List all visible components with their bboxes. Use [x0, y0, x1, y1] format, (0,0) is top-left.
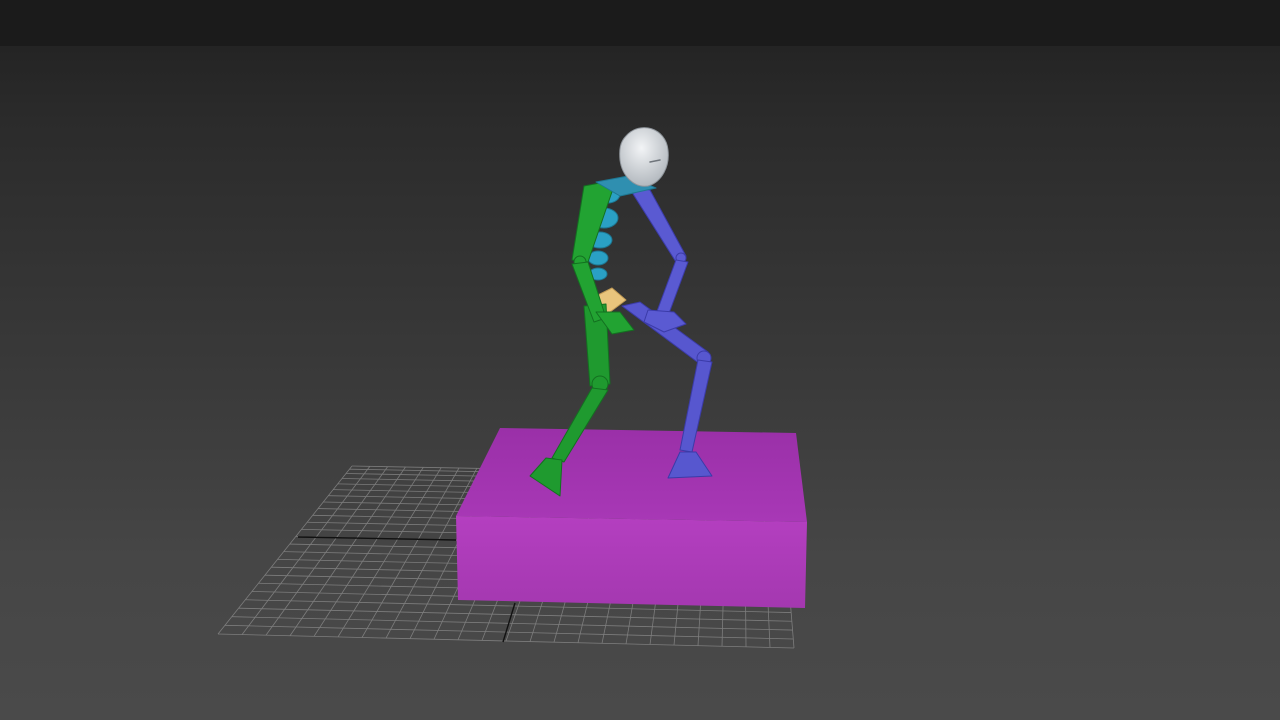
- grid-line: [231, 616, 793, 631]
- box-top-face: [456, 428, 807, 522]
- grid-line: [224, 624, 794, 640]
- grid-line: [238, 607, 792, 622]
- scene-canvas[interactable]: [0, 0, 1280, 720]
- box-object[interactable]: [456, 428, 807, 608]
- grid-line: [217, 633, 795, 649]
- box-front-face: [456, 516, 807, 608]
- 3d-viewport[interactable]: [0, 0, 1280, 720]
- grid-line: [241, 466, 371, 635]
- head: [619, 127, 669, 187]
